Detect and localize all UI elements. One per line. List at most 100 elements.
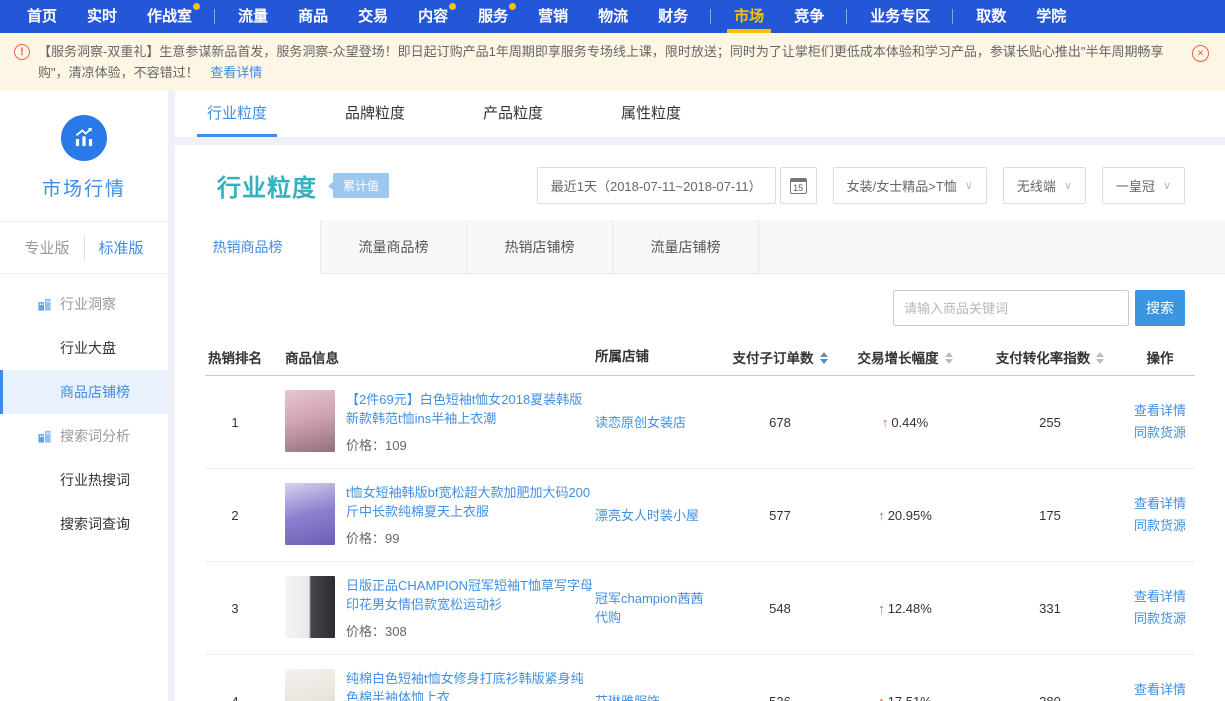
topnav-item[interactable]: 财务 (643, 0, 703, 33)
topnav-item[interactable]: 实时 (72, 0, 132, 33)
column-header-orders: 支付子订单数 (725, 347, 835, 367)
same-source-link[interactable]: 同款货源 (1125, 608, 1195, 630)
topnav-item[interactable]: 作战室 (132, 0, 207, 33)
sidebar-item-label: 搜索词分析 (60, 426, 130, 446)
product-cell: 纯棉白色短袖t恤女修身打底衫韩版紧身纯色棉半袖体恤上衣 价格：88 (265, 669, 595, 701)
notification-dot-icon (193, 3, 200, 10)
sidebar-item[interactable]: 行业洞察 (0, 282, 168, 326)
topnav-item[interactable]: 交易 (343, 0, 403, 33)
topnav-item[interactable]: 市场 (719, 0, 779, 33)
shop-link[interactable]: 漂亮女人时装小屋 (595, 506, 725, 525)
topnav-item-label: 营销 (538, 8, 568, 25)
growth-cell: ↑0.44% (835, 415, 975, 430)
sidebar-item[interactable]: 搜索词分析 (0, 414, 168, 458)
product-image[interactable] (285, 390, 335, 452)
calendar-icon: 15 (790, 178, 807, 194)
ranking-subtab[interactable]: 流量商品榜 (321, 220, 467, 273)
orders-cell: 678 (725, 415, 835, 430)
calendar-button[interactable]: 15 (780, 167, 817, 204)
date-range-picker[interactable]: 最近1天（2018-07-11~2018-07-11） (537, 167, 776, 204)
column-header-growth-label: 交易增长幅度 (858, 351, 939, 366)
sidebar-app-title: 市场行情 (0, 174, 168, 201)
granularity-tab[interactable]: 产品粒度 (483, 91, 543, 137)
sidebar-menu: 行业洞察 行业大盘 (0, 274, 168, 546)
version-tab[interactable]: 专业版 (10, 235, 83, 260)
search-button[interactable]: 搜索 (1135, 290, 1185, 326)
ranking-subtab-label: 热销商品榜 (213, 239, 283, 255)
topnav-item[interactable]: 取数 (961, 0, 1021, 33)
shop-link[interactable]: 冠军champion茜茜代购 (595, 589, 725, 627)
topnav-item-label: 学院 (1036, 8, 1066, 25)
category-dropdown[interactable]: 女装/女士精品>T恤 ∨ (833, 167, 987, 204)
version-tab[interactable]: 标准版 (84, 235, 158, 260)
topnav-item[interactable]: 业务专区 (855, 0, 945, 33)
topnav-item[interactable]: 服务 (463, 0, 523, 33)
product-image[interactable] (285, 669, 335, 701)
granularity-tab[interactable]: 品牌粒度 (345, 91, 405, 137)
granularity-tab[interactable]: 属性粒度 (621, 91, 681, 137)
notice-bar: ! 【服务洞察-双重礼】生意参谋新品首发，服务洞察-众望登场！即日起订购产品1年… (0, 33, 1225, 91)
ranking-subtab[interactable]: 流量店铺榜 (613, 220, 759, 273)
topnav-item-label: 市场 (734, 8, 764, 25)
same-source-link[interactable]: 同款货源 (1125, 422, 1195, 444)
orders-cell: 577 (725, 508, 835, 523)
chevron-down-icon: ∨ (1064, 179, 1072, 192)
notification-dot-icon (449, 3, 456, 10)
view-detail-link[interactable]: 查看详情 (1125, 400, 1195, 422)
table-row: 3 日版正品CHAMPION冠军短袖T恤草写字母印花男女情侣款宽松运动衫 价格：… (205, 562, 1195, 655)
product-title-link[interactable]: 纯棉白色短袖t恤女修身打底衫韩版紧身纯色棉半袖体恤上衣 (346, 669, 595, 701)
product-title-link[interactable]: 【2件69元】白色短袖t恤女2018夏装韩版新款韩范t恤ins半袖上衣潮 (346, 390, 595, 428)
sidebar-item[interactable]: 行业热搜词 (0, 458, 168, 502)
topnav-item[interactable]: 流量 (223, 0, 283, 33)
view-detail-link[interactable]: 查看详情 (1125, 586, 1195, 608)
shop-link[interactable]: 艾琳雅服饰 (595, 692, 725, 701)
granularity-tab[interactable]: 行业粒度 (207, 91, 267, 137)
same-source-link[interactable]: 同款货源 (1125, 515, 1195, 537)
sidebar-item[interactable]: 搜索词查询 (0, 502, 168, 546)
view-detail-link[interactable]: 查看详情 (1125, 679, 1195, 701)
shop-link[interactable]: 读恋原创女装店 (595, 413, 725, 432)
sidebar-item[interactable]: 商品店铺榜 (0, 370, 168, 414)
ranking-subtab-label: 热销店铺榜 (505, 239, 575, 255)
product-image[interactable] (285, 576, 335, 638)
product-price: 价格：109 (346, 435, 595, 454)
topnav-item-label: 首页 (27, 8, 57, 25)
product-keyword-input[interactable] (893, 290, 1129, 326)
sort-icon[interactable] (945, 352, 953, 364)
content-panel: 行业粒度 累计值 最近1天（2018-07-11~2018-07-11） 15 … (175, 145, 1225, 701)
topnav-item[interactable]: 竞争 (779, 0, 839, 33)
topnav-item[interactable]: 首页 (12, 0, 72, 33)
product-title-link[interactable]: 日版正品CHAMPION冠军短袖T恤草写字母印花男女情侣款宽松运动衫 (346, 576, 595, 614)
view-detail-link[interactable]: 查看详情 (1125, 493, 1195, 515)
growth-cell: ↑20.95% (835, 508, 975, 523)
topnav-item[interactable]: 物流 (583, 0, 643, 33)
topnav-item[interactable]: 商品 (283, 0, 343, 33)
growth-cell: ↑17.51% (835, 694, 975, 701)
growth-up-icon: ↑ (878, 508, 885, 523)
topnav-item[interactable]: 学院 (1021, 0, 1081, 33)
column-header-shop: 所属店铺 (595, 347, 725, 366)
sidebar-item[interactable]: 行业大盘 (0, 326, 168, 370)
topnav-item[interactable]: 内容 (403, 0, 463, 33)
topnav-item[interactable]: 营销 (523, 0, 583, 33)
product-cell: 日版正品CHAMPION冠军短袖T恤草写字母印花男女情侣款宽松运动衫 价格：30… (265, 576, 595, 640)
close-icon[interactable]: ✕ (1192, 45, 1209, 62)
rank-cell: 2 (205, 508, 265, 523)
product-price: 价格：99 (346, 528, 595, 547)
ranking-subtab[interactable]: 热销店铺榜 (467, 220, 613, 273)
chevron-down-icon: ∨ (965, 179, 973, 192)
terminal-dropdown[interactable]: 无线端 ∨ (1003, 167, 1086, 204)
sort-icon[interactable] (820, 352, 828, 364)
topnav-item-label: 实时 (87, 8, 117, 25)
shop-level-dropdown[interactable]: 一皇冠 ∨ (1102, 167, 1185, 204)
notification-dot-icon (509, 3, 516, 10)
notice-detail-link[interactable]: 查看详情 (210, 65, 262, 80)
ranking-subtab[interactable]: 热销商品榜 (175, 220, 321, 273)
conversion-cell: 331 (975, 601, 1125, 616)
granularity-tabs: 行业粒度 品牌粒度 产品粒度 属性粒度 (175, 91, 1225, 137)
product-image[interactable] (285, 483, 335, 545)
product-title-link[interactable]: t恤女短袖韩版bf宽松超大款加肥加大码200斤中长款纯棉夏天上衣服 (346, 483, 595, 521)
sort-icon[interactable] (1096, 352, 1104, 364)
sidebar-logo-block: 市场行情 (0, 91, 168, 222)
conversion-cell: 280 (975, 694, 1125, 701)
